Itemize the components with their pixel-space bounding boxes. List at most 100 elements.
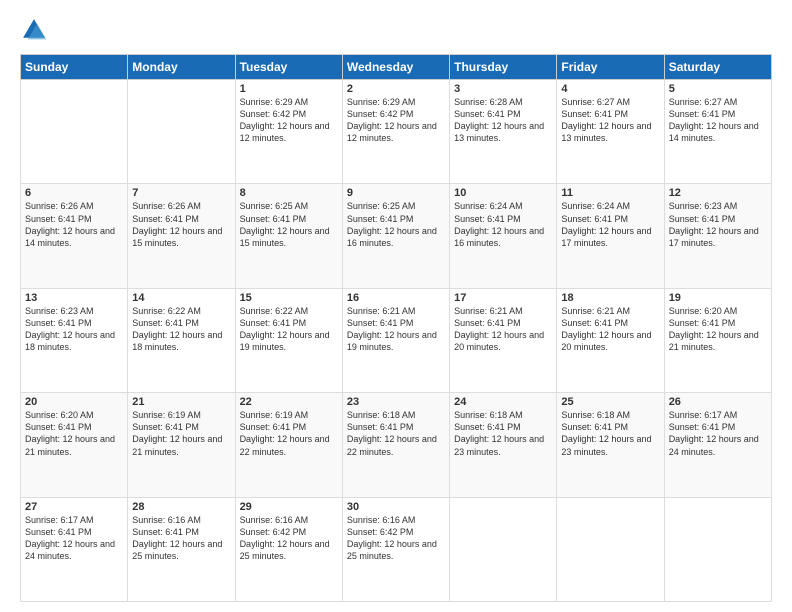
calendar-cell: 3Sunrise: 6:28 AM Sunset: 6:41 PM Daylig… <box>450 80 557 184</box>
calendar-cell: 10Sunrise: 6:24 AM Sunset: 6:41 PM Dayli… <box>450 184 557 288</box>
calendar-day-header: Saturday <box>664 55 771 80</box>
calendar-cell: 18Sunrise: 6:21 AM Sunset: 6:41 PM Dayli… <box>557 288 664 392</box>
day-info: Sunrise: 6:21 AM Sunset: 6:41 PM Dayligh… <box>454 305 552 354</box>
calendar-cell: 1Sunrise: 6:29 AM Sunset: 6:42 PM Daylig… <box>235 80 342 184</box>
day-number: 29 <box>240 501 338 513</box>
calendar-cell: 20Sunrise: 6:20 AM Sunset: 6:41 PM Dayli… <box>21 393 128 497</box>
day-number: 18 <box>561 292 659 304</box>
day-info: Sunrise: 6:16 AM Sunset: 6:41 PM Dayligh… <box>132 514 230 563</box>
calendar-cell <box>21 80 128 184</box>
day-number: 13 <box>25 292 123 304</box>
day-number: 20 <box>25 396 123 408</box>
header <box>20 16 772 44</box>
day-number: 17 <box>454 292 552 304</box>
calendar-cell: 4Sunrise: 6:27 AM Sunset: 6:41 PM Daylig… <box>557 80 664 184</box>
calendar-cell: 11Sunrise: 6:24 AM Sunset: 6:41 PM Dayli… <box>557 184 664 288</box>
day-number: 23 <box>347 396 445 408</box>
day-info: Sunrise: 6:23 AM Sunset: 6:41 PM Dayligh… <box>669 200 767 249</box>
day-number: 12 <box>669 187 767 199</box>
day-info: Sunrise: 6:22 AM Sunset: 6:41 PM Dayligh… <box>132 305 230 354</box>
day-info: Sunrise: 6:27 AM Sunset: 6:41 PM Dayligh… <box>669 96 767 145</box>
calendar-day-header: Thursday <box>450 55 557 80</box>
calendar-cell <box>128 80 235 184</box>
calendar-cell: 23Sunrise: 6:18 AM Sunset: 6:41 PM Dayli… <box>342 393 449 497</box>
day-info: Sunrise: 6:16 AM Sunset: 6:42 PM Dayligh… <box>347 514 445 563</box>
calendar-cell: 7Sunrise: 6:26 AM Sunset: 6:41 PM Daylig… <box>128 184 235 288</box>
day-info: Sunrise: 6:27 AM Sunset: 6:41 PM Dayligh… <box>561 96 659 145</box>
day-info: Sunrise: 6:25 AM Sunset: 6:41 PM Dayligh… <box>240 200 338 249</box>
day-number: 5 <box>669 83 767 95</box>
calendar-cell: 15Sunrise: 6:22 AM Sunset: 6:41 PM Dayli… <box>235 288 342 392</box>
day-number: 24 <box>454 396 552 408</box>
day-info: Sunrise: 6:24 AM Sunset: 6:41 PM Dayligh… <box>454 200 552 249</box>
day-info: Sunrise: 6:17 AM Sunset: 6:41 PM Dayligh… <box>669 409 767 458</box>
day-number: 7 <box>132 187 230 199</box>
calendar-cell: 26Sunrise: 6:17 AM Sunset: 6:41 PM Dayli… <box>664 393 771 497</box>
day-info: Sunrise: 6:29 AM Sunset: 6:42 PM Dayligh… <box>240 96 338 145</box>
day-number: 27 <box>25 501 123 513</box>
day-info: Sunrise: 6:21 AM Sunset: 6:41 PM Dayligh… <box>347 305 445 354</box>
calendar-cell <box>664 497 771 601</box>
day-number: 21 <box>132 396 230 408</box>
day-info: Sunrise: 6:18 AM Sunset: 6:41 PM Dayligh… <box>347 409 445 458</box>
calendar-cell: 28Sunrise: 6:16 AM Sunset: 6:41 PM Dayli… <box>128 497 235 601</box>
calendar-cell <box>450 497 557 601</box>
calendar-week-row: 1Sunrise: 6:29 AM Sunset: 6:42 PM Daylig… <box>21 80 772 184</box>
day-info: Sunrise: 6:18 AM Sunset: 6:41 PM Dayligh… <box>454 409 552 458</box>
calendar-cell: 27Sunrise: 6:17 AM Sunset: 6:41 PM Dayli… <box>21 497 128 601</box>
calendar-day-header: Wednesday <box>342 55 449 80</box>
calendar-cell: 5Sunrise: 6:27 AM Sunset: 6:41 PM Daylig… <box>664 80 771 184</box>
calendar-cell: 22Sunrise: 6:19 AM Sunset: 6:41 PM Dayli… <box>235 393 342 497</box>
day-number: 2 <box>347 83 445 95</box>
calendar-cell: 12Sunrise: 6:23 AM Sunset: 6:41 PM Dayli… <box>664 184 771 288</box>
day-info: Sunrise: 6:19 AM Sunset: 6:41 PM Dayligh… <box>132 409 230 458</box>
day-info: Sunrise: 6:26 AM Sunset: 6:41 PM Dayligh… <box>25 200 123 249</box>
calendar-cell: 8Sunrise: 6:25 AM Sunset: 6:41 PM Daylig… <box>235 184 342 288</box>
day-info: Sunrise: 6:24 AM Sunset: 6:41 PM Dayligh… <box>561 200 659 249</box>
day-number: 22 <box>240 396 338 408</box>
calendar-week-row: 20Sunrise: 6:20 AM Sunset: 6:41 PM Dayli… <box>21 393 772 497</box>
calendar-cell: 17Sunrise: 6:21 AM Sunset: 6:41 PM Dayli… <box>450 288 557 392</box>
calendar-day-header: Sunday <box>21 55 128 80</box>
calendar-cell: 2Sunrise: 6:29 AM Sunset: 6:42 PM Daylig… <box>342 80 449 184</box>
day-info: Sunrise: 6:19 AM Sunset: 6:41 PM Dayligh… <box>240 409 338 458</box>
calendar-cell: 6Sunrise: 6:26 AM Sunset: 6:41 PM Daylig… <box>21 184 128 288</box>
calendar-header: SundayMondayTuesdayWednesdayThursdayFrid… <box>21 55 772 80</box>
day-number: 19 <box>669 292 767 304</box>
calendar-cell: 9Sunrise: 6:25 AM Sunset: 6:41 PM Daylig… <box>342 184 449 288</box>
logo-icon <box>20 16 48 44</box>
day-number: 9 <box>347 187 445 199</box>
logo <box>20 16 52 44</box>
calendar-day-header: Monday <box>128 55 235 80</box>
day-info: Sunrise: 6:22 AM Sunset: 6:41 PM Dayligh… <box>240 305 338 354</box>
calendar-cell: 24Sunrise: 6:18 AM Sunset: 6:41 PM Dayli… <box>450 393 557 497</box>
calendar-cell: 21Sunrise: 6:19 AM Sunset: 6:41 PM Dayli… <box>128 393 235 497</box>
day-number: 10 <box>454 187 552 199</box>
day-info: Sunrise: 6:29 AM Sunset: 6:42 PM Dayligh… <box>347 96 445 145</box>
day-info: Sunrise: 6:16 AM Sunset: 6:42 PM Dayligh… <box>240 514 338 563</box>
day-number: 28 <box>132 501 230 513</box>
calendar-day-header: Tuesday <box>235 55 342 80</box>
calendar-cell <box>557 497 664 601</box>
day-number: 30 <box>347 501 445 513</box>
calendar-cell: 29Sunrise: 6:16 AM Sunset: 6:42 PM Dayli… <box>235 497 342 601</box>
day-number: 11 <box>561 187 659 199</box>
calendar-body: 1Sunrise: 6:29 AM Sunset: 6:42 PM Daylig… <box>21 80 772 602</box>
day-info: Sunrise: 6:25 AM Sunset: 6:41 PM Dayligh… <box>347 200 445 249</box>
day-info: Sunrise: 6:23 AM Sunset: 6:41 PM Dayligh… <box>25 305 123 354</box>
calendar-cell: 16Sunrise: 6:21 AM Sunset: 6:41 PM Dayli… <box>342 288 449 392</box>
day-number: 3 <box>454 83 552 95</box>
calendar-cell: 14Sunrise: 6:22 AM Sunset: 6:41 PM Dayli… <box>128 288 235 392</box>
day-info: Sunrise: 6:20 AM Sunset: 6:41 PM Dayligh… <box>25 409 123 458</box>
calendar-header-row: SundayMondayTuesdayWednesdayThursdayFrid… <box>21 55 772 80</box>
day-info: Sunrise: 6:18 AM Sunset: 6:41 PM Dayligh… <box>561 409 659 458</box>
day-number: 6 <box>25 187 123 199</box>
calendar-week-row: 13Sunrise: 6:23 AM Sunset: 6:41 PM Dayli… <box>21 288 772 392</box>
day-number: 16 <box>347 292 445 304</box>
calendar-week-row: 27Sunrise: 6:17 AM Sunset: 6:41 PM Dayli… <box>21 497 772 601</box>
calendar-day-header: Friday <box>557 55 664 80</box>
day-number: 26 <box>669 396 767 408</box>
day-info: Sunrise: 6:21 AM Sunset: 6:41 PM Dayligh… <box>561 305 659 354</box>
calendar-table: SundayMondayTuesdayWednesdayThursdayFrid… <box>20 54 772 602</box>
day-info: Sunrise: 6:20 AM Sunset: 6:41 PM Dayligh… <box>669 305 767 354</box>
